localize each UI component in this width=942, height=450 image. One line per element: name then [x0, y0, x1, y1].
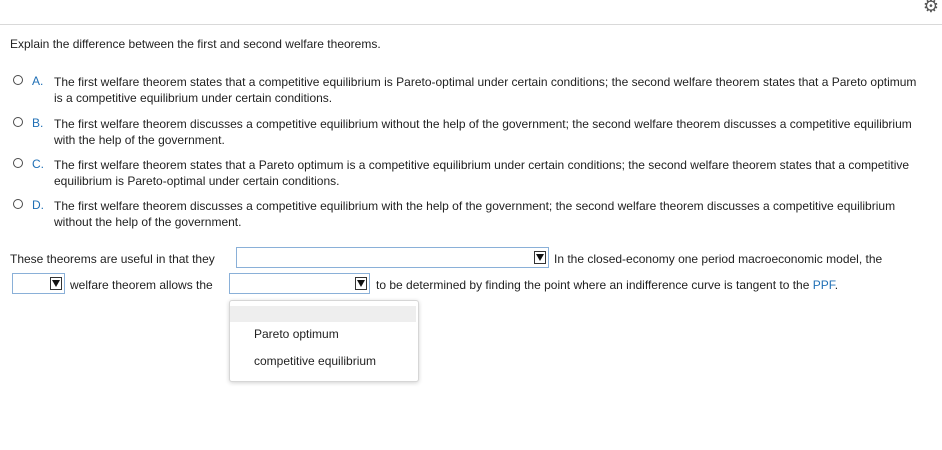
- option-c-text: The first welfare theorem states that a …: [54, 158, 910, 188]
- dropdown-arrow-icon[interactable]: [355, 277, 367, 290]
- option-b[interactable]: B. The first welfare theorem discusses a…: [13, 116, 928, 150]
- gear-icon[interactable]: ⚙: [921, 0, 941, 16]
- option-d[interactable]: D. The first welfare theorem discusses a…: [13, 198, 928, 232]
- dropdown-option-pareto-optimum[interactable]: Pareto optimum: [254, 327, 339, 341]
- radio-option-c[interactable]: [13, 158, 23, 168]
- option-b-letter: B.: [32, 116, 44, 130]
- usefulness-select[interactable]: [236, 247, 549, 268]
- fill-line2-suffix-wrap: to be determined by finding the point wh…: [376, 278, 838, 292]
- dropdown-option-blank[interactable]: [230, 306, 416, 322]
- option-a-letter: A.: [32, 74, 44, 88]
- outcome-select[interactable]: [229, 273, 370, 294]
- option-b-text: The first welfare theorem discusses a co…: [54, 117, 912, 147]
- option-d-letter: D.: [32, 198, 44, 212]
- radio-option-d[interactable]: [13, 199, 23, 209]
- fill-line2-mid: welfare theorem allows the: [70, 278, 213, 292]
- radio-option-b[interactable]: [13, 117, 23, 127]
- outcome-dropdown-list: Pareto optimum competitive equilibrium: [229, 300, 419, 382]
- radio-option-a[interactable]: [13, 75, 23, 85]
- option-c-letter: C.: [32, 157, 44, 171]
- fill-line1-suffix: In the closed-economy one period macroec…: [554, 252, 883, 266]
- question-prompt: Explain the difference between the first…: [10, 37, 381, 51]
- option-a-text: The first welfare theorem states that a …: [54, 75, 917, 105]
- ppf-link[interactable]: PPF: [813, 278, 835, 292]
- option-a[interactable]: A. The first welfare theorem states that…: [13, 74, 928, 108]
- fill-line2-suffix: to be determined by finding the point wh…: [376, 278, 810, 292]
- dropdown-arrow-icon[interactable]: [50, 277, 62, 290]
- option-d-text: The first welfare theorem discusses a co…: [54, 199, 896, 229]
- theorem-number-select[interactable]: [12, 273, 65, 294]
- fill-line1-prefix: These theorems are useful in that they: [10, 252, 215, 266]
- period: .: [834, 278, 839, 292]
- header-divider: [0, 24, 942, 25]
- dropdown-option-competitive-equilibrium[interactable]: competitive equilibrium: [254, 354, 376, 368]
- dropdown-arrow-icon[interactable]: [534, 251, 546, 264]
- option-c[interactable]: C. The first welfare theorem states that…: [13, 157, 928, 191]
